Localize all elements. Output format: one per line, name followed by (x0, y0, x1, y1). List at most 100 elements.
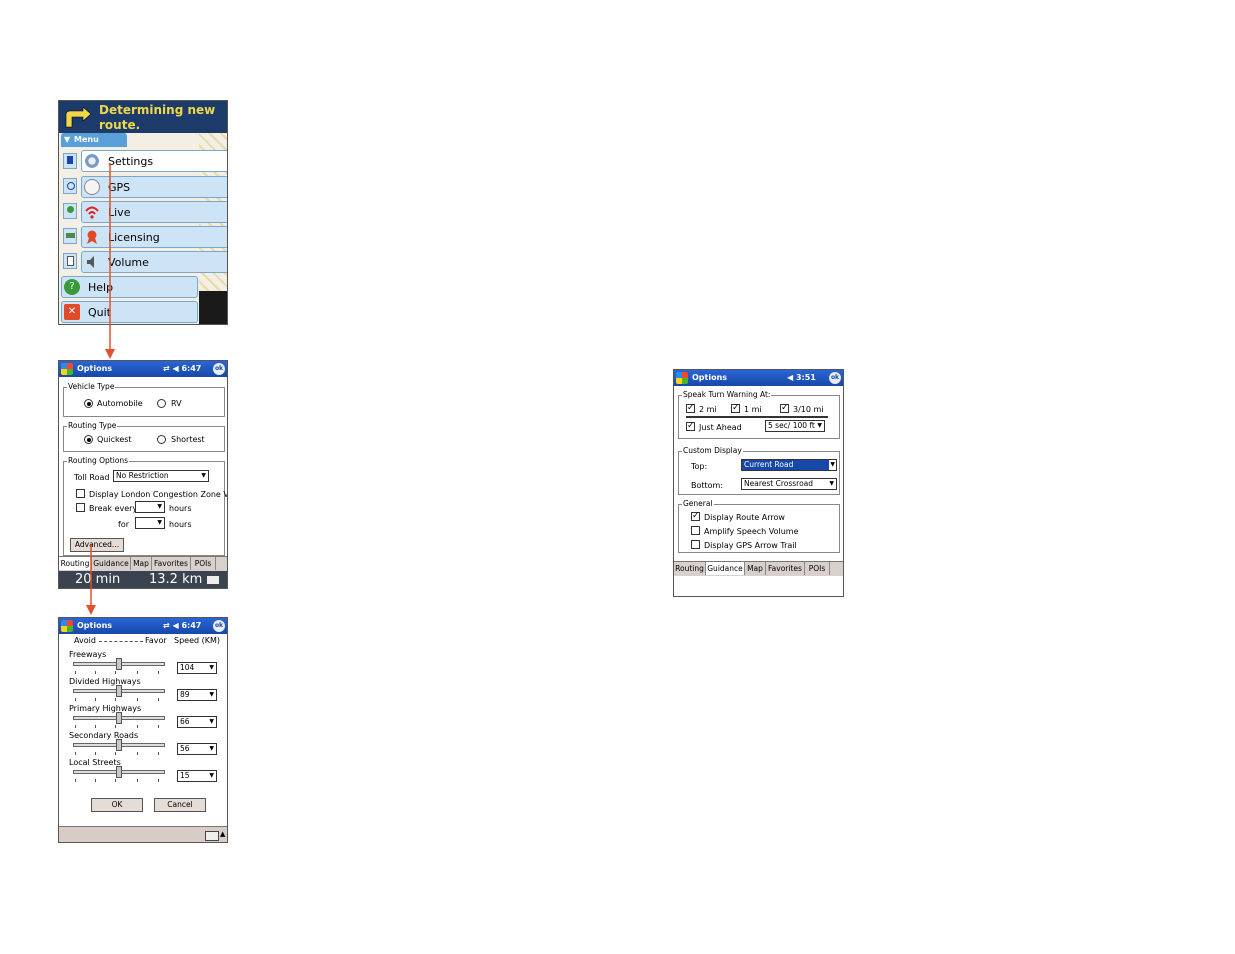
turn-arrow-icon (63, 106, 93, 129)
bottom-bar: ▲ (59, 826, 227, 842)
tab-favorites[interactable]: Favorites (766, 562, 805, 575)
speed-dropdown[interactable]: 15 ▼ (177, 770, 217, 782)
ok-dialog-button[interactable]: OK (91, 798, 143, 812)
menu-tab[interactable]: ▼ Menu (61, 133, 127, 147)
dropdown-value: 5 sec/ 100 ft (768, 421, 815, 430)
checkbox-label: Display London Congestion Zone V (89, 490, 228, 499)
start-menu-icon[interactable] (61, 363, 73, 375)
toll-road-dropdown[interactable]: No Restriction ▼ (113, 470, 209, 482)
top-dropdown[interactable]: Current Road ▼ (741, 459, 837, 471)
quickest-radio[interactable] (84, 435, 93, 444)
tree-icon[interactable] (63, 203, 77, 219)
clipboard-icon[interactable] (63, 253, 77, 269)
close-icon: ✕ (64, 304, 80, 320)
automobile-radio[interactable] (84, 399, 93, 408)
eta-distance: 13.2 km (149, 572, 203, 587)
break-every-checkbox[interactable] (76, 503, 85, 512)
slider-tick (75, 779, 76, 782)
up-arrow-icon[interactable]: ▲ (220, 830, 225, 838)
congestion-zone-checkbox[interactable] (76, 489, 85, 498)
road-row: Secondary Roads 56 ▼ (59, 731, 227, 758)
slider-tick (137, 725, 138, 728)
routing-type-group: Routing Type Quickest Shortest (63, 421, 225, 452)
general-group: General ✓ Display Route Arrow Amplify Sp… (678, 499, 840, 553)
group-label: Routing Options (67, 456, 130, 465)
custom-display-group: Custom Display Top: Current Road ▼ Bottom… (678, 446, 840, 495)
slider-tick (95, 752, 96, 755)
radio-label: Quickest (97, 435, 132, 444)
cancel-button[interactable]: Cancel (154, 798, 206, 812)
chevron-down-icon: ▼ (209, 664, 214, 671)
slider-tick (115, 698, 116, 701)
tab-routing[interactable]: Routing (674, 562, 706, 575)
tab-guidance[interactable]: Guidance (706, 562, 745, 575)
tab-pois[interactable]: POIs (191, 557, 216, 570)
road-slider-thumb[interactable] (116, 766, 122, 778)
slider-tick (158, 698, 159, 701)
gps-arrow-trail-checkbox[interactable] (691, 540, 700, 549)
amplify-speech-checkbox[interactable] (691, 526, 700, 535)
ok-button[interactable]: ok (829, 372, 841, 384)
keyboard-icon[interactable] (205, 831, 219, 841)
road-slider-thumb[interactable] (116, 739, 122, 751)
just-ahead-dropdown[interactable]: 5 sec/ 100 ft ▼ (765, 420, 825, 432)
for-hours-dropdown[interactable]: ▼ (135, 517, 165, 529)
road-slider-thumb[interactable] (116, 685, 122, 697)
dropdown-value: 15 (180, 771, 190, 780)
start-menu-icon[interactable] (676, 372, 688, 384)
slider-tick (137, 671, 138, 674)
slider-tick (158, 671, 159, 674)
warning-1mi-checkbox[interactable]: ✓ (731, 404, 740, 413)
tab-favorites[interactable]: Favorites (152, 557, 191, 570)
road-slider-thumb[interactable] (116, 712, 122, 724)
slider-tick (75, 698, 76, 701)
tab-map[interactable]: Map (745, 562, 766, 575)
routing-options-group: Routing Options Toll Road No Restriction… (63, 456, 228, 556)
ok-button[interactable]: ok (213, 363, 225, 375)
slider-tick (95, 698, 96, 701)
speed-dropdown[interactable]: 56 ▼ (177, 743, 217, 755)
dropdown-value: 56 (180, 744, 190, 753)
tab-bar: Routing Guidance Map Favorites POIs (674, 561, 843, 576)
speed-header: Speed (KM) (174, 636, 221, 645)
break-hours-dropdown[interactable]: ▼ (135, 501, 165, 513)
slider-tick (75, 671, 76, 674)
gear-icon (84, 153, 100, 169)
group-label: Routing Type (67, 421, 118, 430)
checkbox-label: Break every (89, 504, 138, 513)
rv-radio[interactable] (157, 399, 166, 408)
slider-tick (137, 779, 138, 782)
checkbox-label: Just Ahead (699, 423, 742, 432)
shortest-radio[interactable] (157, 435, 166, 444)
help-icon: ? (64, 279, 80, 295)
ok-button[interactable]: ok (213, 620, 225, 632)
warning-310mi-checkbox[interactable]: ✓ (780, 404, 789, 413)
route-icon[interactable] (63, 228, 77, 244)
avoid-header: Avoid (74, 636, 96, 645)
menu-item-quit[interactable]: ✕ Quit (61, 301, 198, 323)
road-slider-thumb[interactable] (116, 658, 122, 670)
separator (686, 416, 828, 418)
start-menu-icon[interactable] (61, 620, 73, 632)
tab-map[interactable]: Map (131, 557, 152, 570)
just-ahead-checkbox[interactable]: ✓ (686, 422, 695, 431)
menu-item-help[interactable]: ? Help (61, 276, 198, 298)
chevron-down-icon: ▼ (209, 718, 214, 725)
speed-dropdown[interactable]: 89 ▼ (177, 689, 217, 701)
warning-2mi-checkbox[interactable]: ✓ (686, 404, 695, 413)
speed-dropdown[interactable]: 66 ▼ (177, 716, 217, 728)
road-name: Divided Highways (69, 677, 141, 686)
bottom-dropdown[interactable]: Nearest Crossroad ▼ (741, 478, 837, 490)
speed-dropdown[interactable]: 104 ▼ (177, 662, 217, 674)
hours-label: hours (169, 504, 192, 513)
radio-label: Shortest (171, 435, 205, 444)
slider-tick (95, 779, 96, 782)
tab-pois[interactable]: POIs (805, 562, 830, 575)
slider-tick (115, 752, 116, 755)
route-arrow-checkbox[interactable]: ✓ (691, 512, 700, 521)
keyboard-icon[interactable] (206, 575, 220, 585)
flag-icon[interactable] (63, 153, 77, 169)
status-area: ⇄ ◀︎ 6:47 (163, 621, 201, 630)
wireless-icon (84, 204, 100, 220)
magnifier-icon[interactable] (63, 178, 77, 194)
